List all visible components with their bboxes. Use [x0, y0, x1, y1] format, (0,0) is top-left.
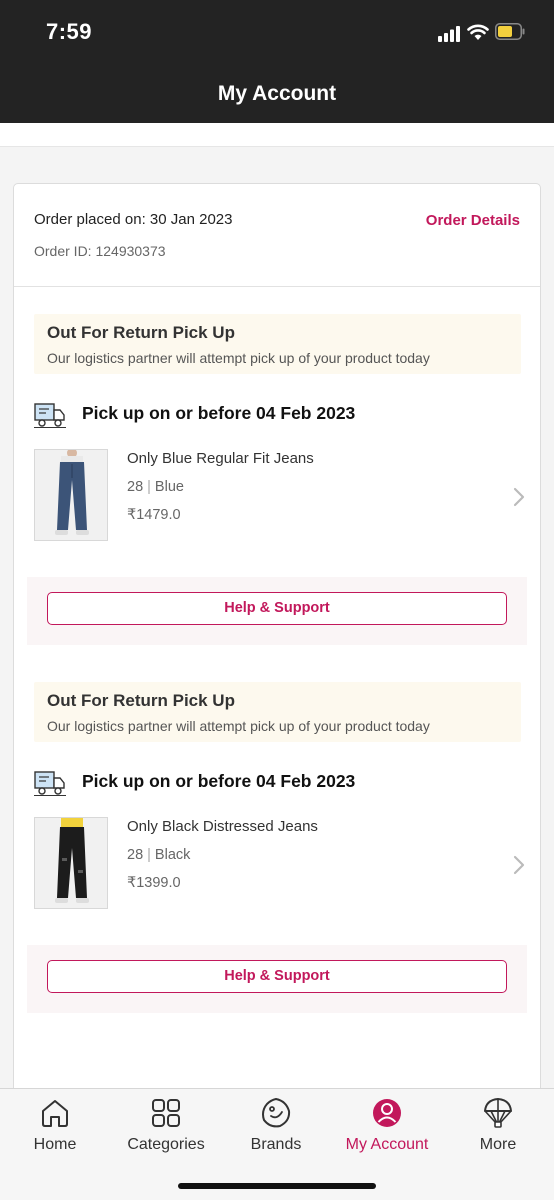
help-support-button[interactable]: Help & Support	[47, 960, 507, 993]
order-details-link[interactable]: Order Details	[426, 212, 520, 229]
product-name[interactable]: Only Black Distressed Jeans	[127, 818, 318, 835]
tab-label: Home	[33, 1136, 77, 1153]
product-price: ₹1399.0	[127, 875, 181, 891]
pickup-date: Pick up on or before 04 Feb 2023	[82, 403, 356, 423]
home-icon	[42, 1100, 68, 1127]
return-status-title: Out For Return Pick Up	[47, 691, 235, 710]
tab-my-account[interactable]: My Account	[332, 1089, 442, 1169]
return-item: Out For Return Pick Up Our logistics par…	[14, 654, 540, 1013]
account-icon	[373, 1099, 401, 1127]
return-status-banner: Out For Return Pick Up Our logistics par…	[34, 682, 521, 742]
chevron-right-icon[interactable]	[512, 486, 526, 508]
app-header: My Account	[0, 62, 554, 123]
chevron-right-icon[interactable]	[512, 854, 526, 876]
tab-home[interactable]: Home	[0, 1089, 110, 1169]
brands-icon	[262, 1097, 291, 1128]
status-time: 7:59	[46, 19, 93, 44]
help-section: Help & Support	[27, 577, 527, 645]
tab-categories[interactable]: Categories	[111, 1089, 221, 1169]
status-bar: 7:59	[0, 0, 554, 62]
tab-label: More	[479, 1136, 517, 1153]
product-name[interactable]: Only Blue Regular Fit Jeans	[127, 450, 314, 467]
return-item: Out For Return Pick Up Our logistics par…	[14, 286, 540, 645]
tab-label: Categories	[127, 1136, 205, 1153]
order-placed-date: Order placed on: 30 Jan 2023	[34, 211, 233, 228]
tab-brands[interactable]: Brands	[221, 1089, 331, 1169]
pickup-date: Pick up on or before 04 Feb 2023	[82, 771, 356, 791]
order-id: Order ID: 124930373	[34, 243, 166, 259]
product-color: Blue	[154, 479, 184, 495]
product-price: ₹1479.0	[127, 507, 181, 523]
categories-icon	[152, 1099, 180, 1127]
return-status-subtitle: Our logistics partner will attempt pick …	[47, 350, 430, 366]
variant-separator: |	[147, 479, 151, 495]
return-status-subtitle: Our logistics partner will attempt pick …	[47, 718, 430, 734]
home-indicator	[178, 1183, 376, 1189]
jeans-image	[35, 818, 107, 908]
cellular-signal-icon	[438, 26, 460, 42]
return-status-title: Out For Return Pick Up	[47, 323, 235, 342]
help-support-button[interactable]: Help & Support	[47, 592, 507, 625]
product-color: Black	[154, 847, 191, 863]
pickup-truck-icon	[34, 771, 66, 796]
product-size: 28	[127, 479, 144, 495]
product-size: 28	[127, 847, 144, 863]
product-image[interactable]	[34, 449, 108, 541]
page-title: My Account	[217, 82, 337, 105]
product-variant: 28 | Blue	[127, 479, 184, 495]
header-strip	[0, 123, 554, 147]
wifi-icon	[467, 24, 489, 40]
product-image[interactable]	[34, 817, 108, 909]
help-section: Help & Support	[27, 945, 527, 1013]
variant-separator: |	[147, 847, 151, 863]
tab-label: My Account	[345, 1136, 429, 1153]
more-icon	[484, 1098, 512, 1128]
jeans-image	[35, 450, 107, 540]
tab-label: Brands	[250, 1136, 302, 1153]
return-status-banner: Out For Return Pick Up Our logistics par…	[34, 314, 521, 374]
order-card: Order placed on: 30 Jan 2023 Order ID: 1…	[13, 183, 541, 1103]
tab-more[interactable]: More	[443, 1089, 553, 1169]
product-variant: 28 | Black	[127, 847, 190, 863]
battery-icon	[495, 23, 525, 40]
pickup-truck-icon	[34, 403, 66, 428]
